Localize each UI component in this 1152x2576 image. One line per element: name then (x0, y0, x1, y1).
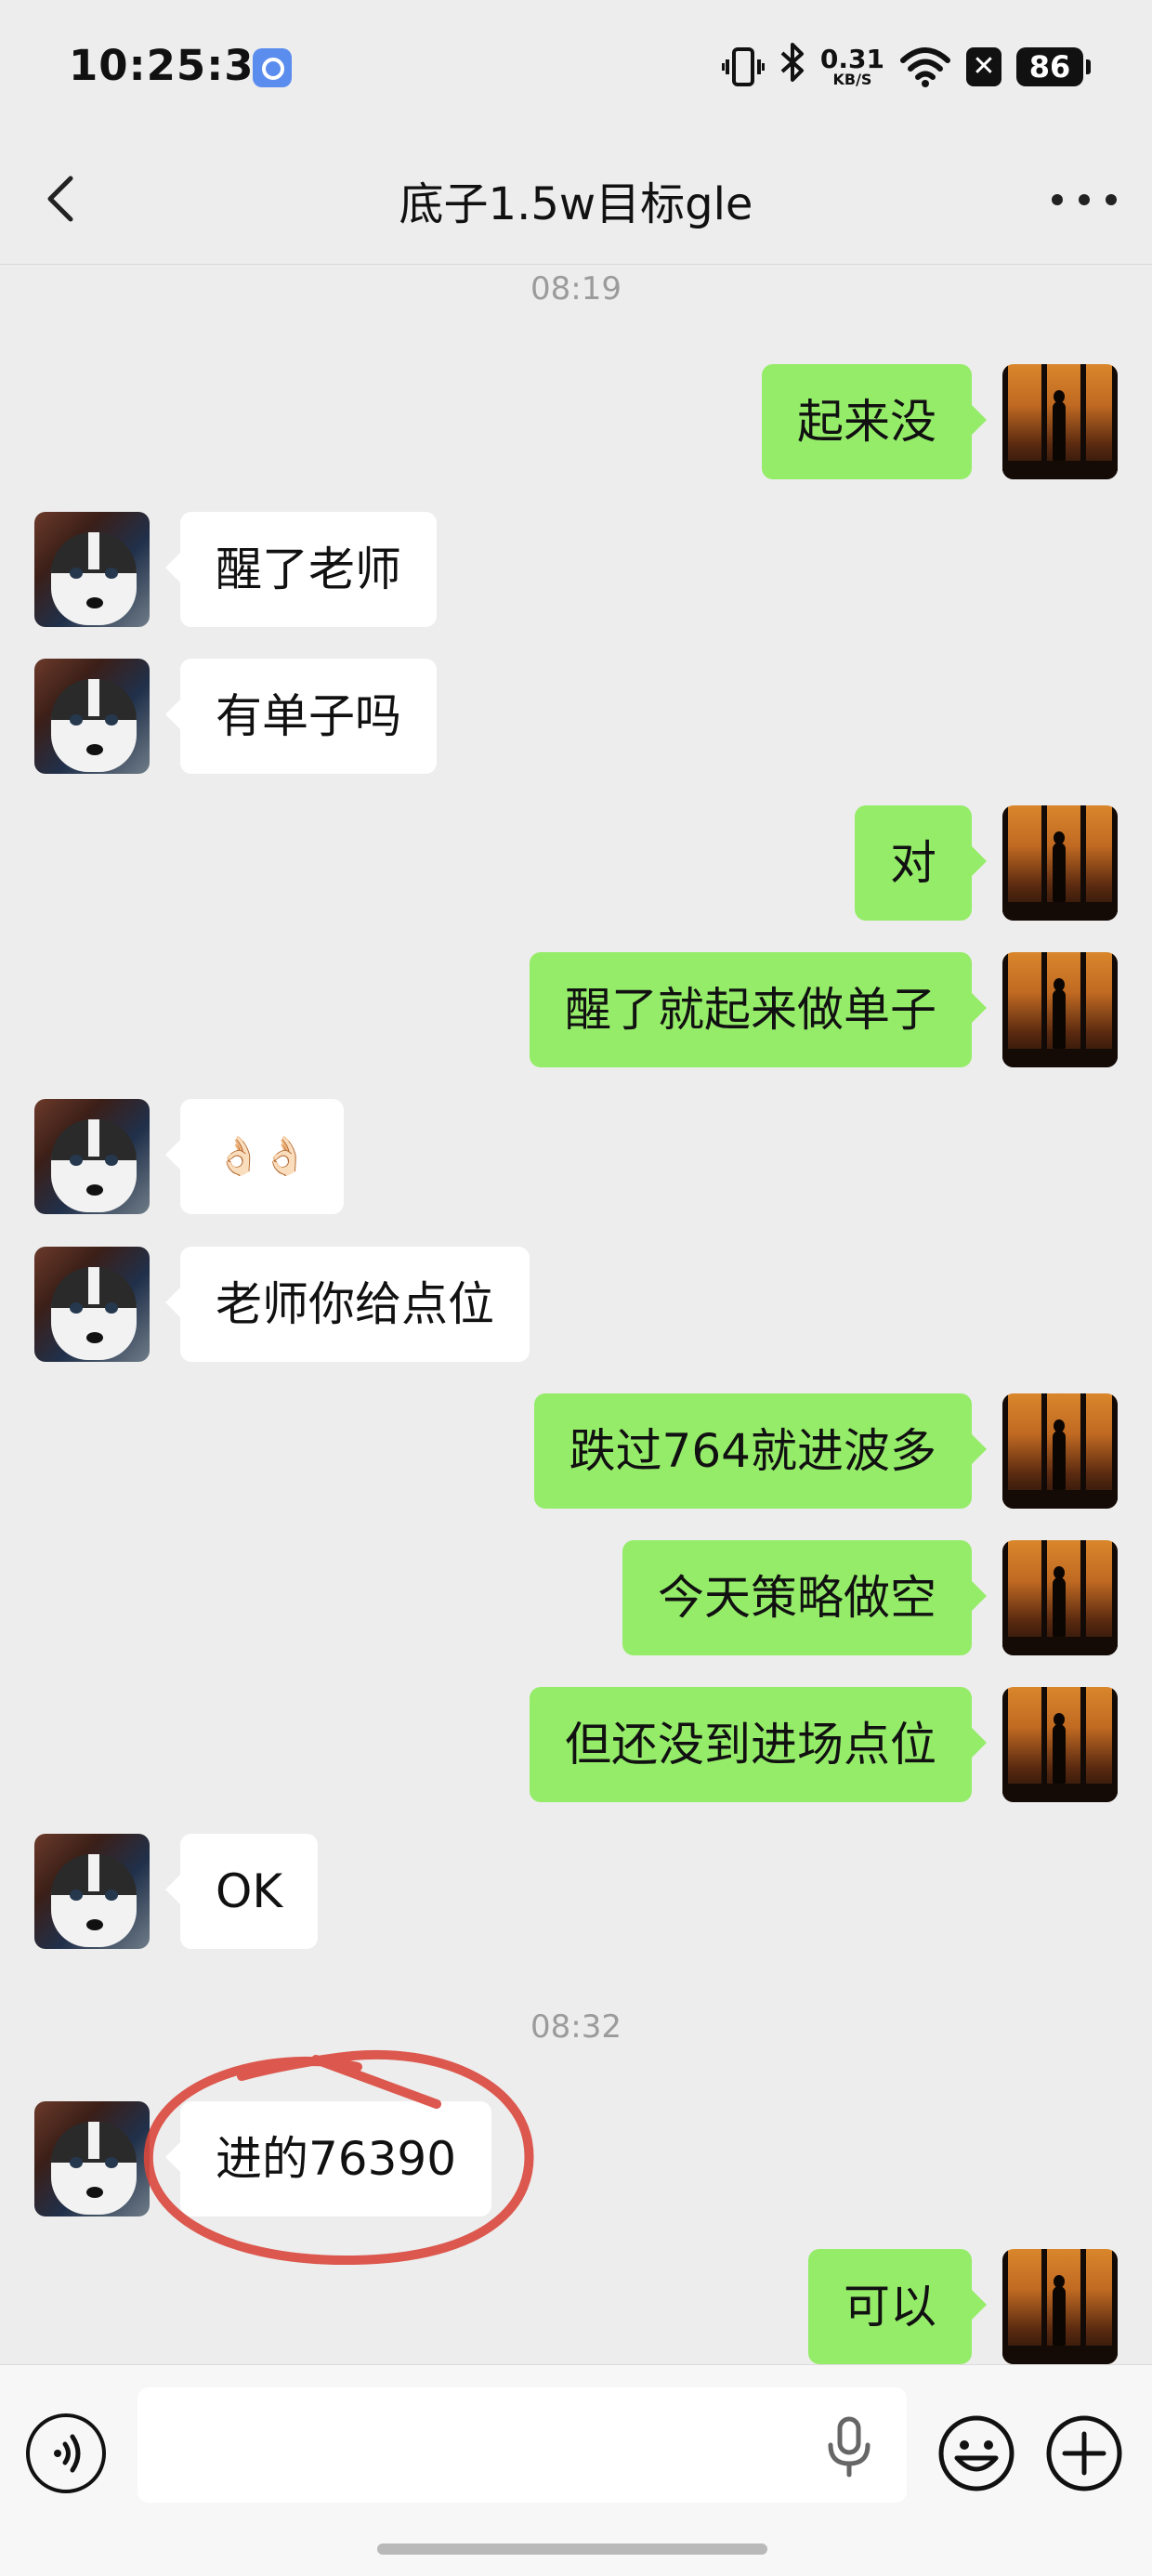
message-outgoing: 跌过764就进波多 (0, 1393, 1152, 1509)
message-bubble[interactable]: OK (164, 1834, 319, 1949)
voice-mode-icon[interactable] (26, 2413, 106, 2493)
plus-icon[interactable] (1044, 2413, 1124, 2493)
avatar-self[interactable] (1002, 1393, 1118, 1509)
message-incoming: 老师你给点位 (0, 1247, 1152, 1362)
message-incoming: 👌🏻👌🏻 (0, 1099, 1152, 1214)
chat-header: 底子1.5w目标gle (0, 139, 1152, 265)
sim-off-icon: ✕ (966, 47, 1001, 86)
message-incoming: 有单子吗 (0, 659, 1152, 774)
message-outgoing: 今天策略做空 (0, 1540, 1152, 1655)
message-incoming: OK (0, 1834, 1152, 1949)
network-speed: 0.31 KB/S (820, 46, 884, 87)
network-speed-value: 0.31 (819, 44, 884, 74)
emoji-icon[interactable] (936, 2413, 1016, 2493)
avatar-contact[interactable] (34, 1247, 150, 1362)
message-bubble[interactable]: 醒了老师 (165, 512, 437, 627)
chat-input-bar (0, 2364, 1152, 2576)
avatar-self[interactable] (1002, 1687, 1118, 1802)
bluetooth-icon (779, 41, 805, 93)
more-dot (1052, 194, 1063, 205)
message-bubble[interactable]: 老师你给点位 (165, 1247, 530, 1362)
message-incoming: 醒了老师 (0, 512, 1152, 627)
chat-title: 底子1.5w目标gle (399, 178, 753, 230)
chat-message-list[interactable]: 08:19 起来没 醒了老师 有单子吗 对 醒了就起来做单子 👌🏻👌🏻 老师你给… (0, 265, 1152, 2364)
network-speed-unit: KB/S (832, 71, 872, 88)
battery-icon: 86 (1016, 47, 1091, 86)
timestamp: 08:32 (530, 2008, 622, 2046)
message-outgoing: 对 (0, 805, 1152, 921)
avatar-self[interactable] (1002, 2249, 1118, 2364)
message-outgoing: 可以 (0, 2249, 1152, 2364)
avatar-self[interactable] (1002, 952, 1118, 1067)
more-dots-icon[interactable] (1052, 177, 1117, 223)
status-bar: 10:25:31 0.31 KB/S ✕ 86 (0, 0, 1152, 139)
message-bubble[interactable]: 可以 (808, 2249, 987, 2364)
microphone-icon[interactable] (821, 2413, 877, 2478)
avatar-self[interactable] (1002, 805, 1118, 921)
battery-level: 86 (1028, 49, 1071, 85)
message-bubble[interactable]: 跌过764就进波多 (533, 1393, 988, 1509)
message-bubble[interactable]: 对 (855, 805, 987, 921)
avatar-contact[interactable] (34, 512, 150, 627)
avatar-contact[interactable] (34, 1834, 150, 1949)
message-bubble[interactable]: 有单子吗 (165, 659, 437, 774)
message-outgoing: 起来没 (0, 364, 1152, 479)
message-input[interactable] (137, 2387, 907, 2503)
message-outgoing: 醒了就起来做单子 (0, 952, 1152, 1067)
avatar-self[interactable] (1002, 364, 1118, 479)
more-dot (1079, 194, 1090, 205)
avatar-self[interactable] (1002, 1540, 1118, 1655)
avatar-contact[interactable] (34, 1099, 150, 1214)
message-bubble[interactable]: 👌🏻👌🏻 (165, 1099, 344, 1214)
avatar-contact[interactable] (34, 659, 150, 774)
message-bubble[interactable]: 但还没到进场点位 (530, 1687, 987, 1802)
message-bubble[interactable]: 起来没 (762, 364, 987, 479)
wifi-icon (900, 47, 950, 87)
message-outgoing: 但还没到进场点位 (0, 1687, 1152, 1802)
home-indicator[interactable] (377, 2543, 767, 2555)
message-incoming: 进的76390 (0, 2101, 1152, 2216)
app-notification-icon (253, 48, 292, 87)
message-bubble[interactable]: 今天策略做空 (622, 1540, 987, 1655)
timestamp: 08:19 (530, 270, 622, 307)
vibrate-icon (720, 45, 766, 89)
avatar-contact[interactable] (34, 2101, 150, 2216)
message-bubble[interactable]: 醒了就起来做单子 (530, 952, 987, 1067)
more-dot (1106, 194, 1117, 205)
status-icons: 0.31 KB/S ✕ 86 (720, 41, 1091, 93)
message-bubble[interactable]: 进的76390 (164, 2101, 492, 2216)
